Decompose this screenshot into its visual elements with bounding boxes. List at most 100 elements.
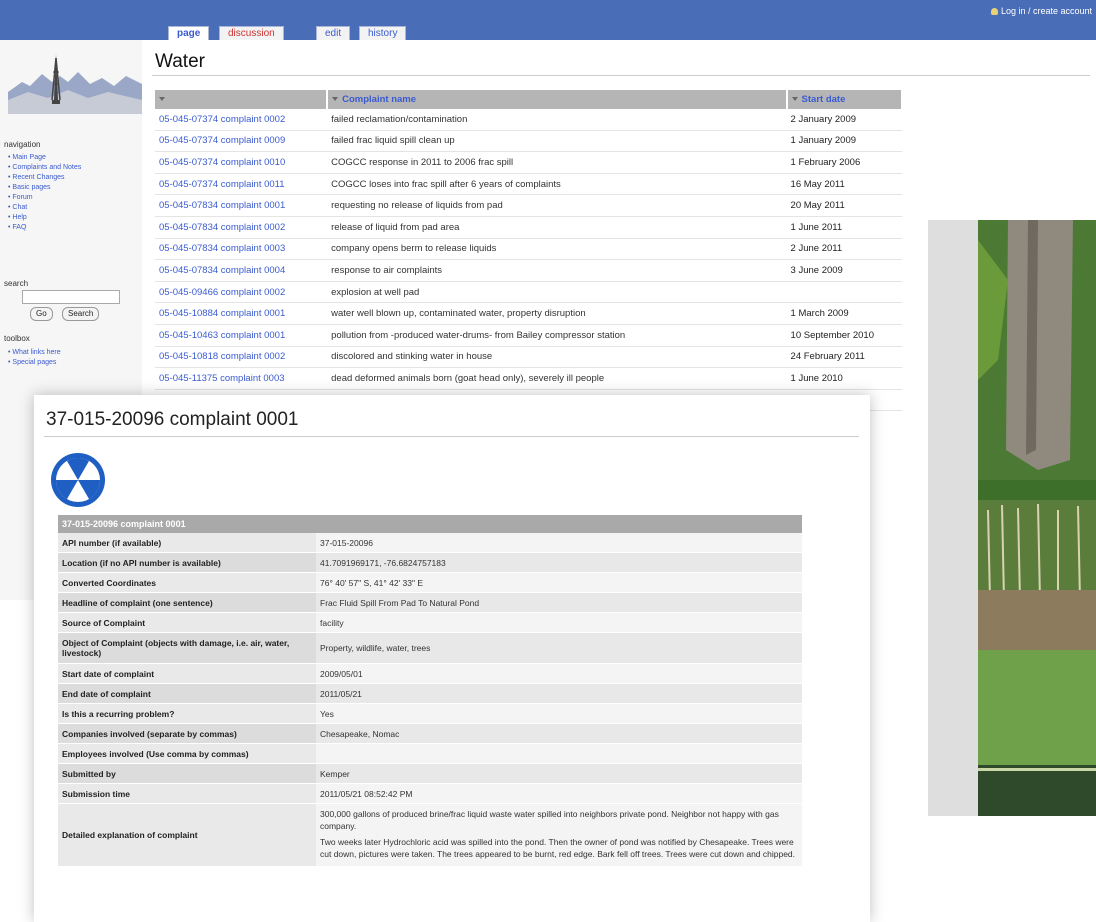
complaint-id-link[interactable]: 05-045-07374 complaint 0009 [155,130,328,153]
nav-item[interactable]: Basic pages [8,183,81,193]
nav-item[interactable]: Chat [8,203,81,213]
start-date-cell: 16 May 2011 [786,173,902,196]
column-header-id[interactable] [155,90,329,109]
nav-item[interactable]: FAQ [8,223,81,233]
search-input[interactable] [22,290,120,304]
detail-row: Employees involved (Use comma by commas) [58,743,802,764]
start-date-cell: 1 January 2009 [786,130,902,153]
detail-table-header: 37-015-20096 complaint 0001 [58,515,802,533]
detail-row: Submission time 2011/05/21 08:52:42 PM [58,783,802,804]
toolbox-list: What links here Special pages [8,348,61,368]
pond-photo [978,220,1096,816]
complaint-id-link[interactable]: 05-045-10818 complaint 0002 [155,346,328,369]
start-date-cell: 1 February 2006 [786,151,902,174]
start-date-cell: 24 February 2011 [786,346,902,369]
complaint-id-link[interactable]: 05-045-07834 complaint 0001 [155,194,328,217]
nav-item[interactable]: Main Page [8,153,81,163]
login-link[interactable]: Log in / create account [990,6,1092,16]
detail-value: 2011/05/21 [316,683,802,704]
detail-row: Headline of complaint (one sentence) Frac… [58,592,802,613]
detail-row: Object of Complaint (objects with damage… [58,632,802,664]
complaint-name-cell: COGCC loses into frac spill after 6 year… [327,173,787,196]
detail-value[interactable]: 37-015-20096 [316,533,802,553]
detail-row: End date of complaint 2011/05/21 [58,683,802,704]
detail-value[interactable]: 76° 40' 57" S, 41° 42' 33" E [316,572,802,593]
detail-label: Object of Complaint (objects with damage… [58,632,316,664]
detail-row: Submitted by Kemper [58,763,802,784]
detail-row: API number (if available) 37-015-20096 [58,533,802,553]
detail-value: Kemper [316,763,802,784]
column-header-start-date[interactable]: Start date [786,90,904,109]
table-row: 05-045-07374 complaint 0009 failed frac l… [155,130,902,153]
detail-label: Is this a recurring problem? [58,703,316,724]
complaint-name-cell: water well blown up, contaminated water,… [327,302,787,325]
complaint-id-link[interactable]: 05-045-09466 complaint 0002 [155,281,328,304]
toolbox-heading: toolbox [4,334,30,343]
search-button[interactable]: Search [62,307,100,321]
complaint-id-link[interactable]: 05-045-07834 complaint 0002 [155,216,328,239]
detail-value[interactable]: Property, wildlife, water, trees [316,632,802,664]
complaint-id-link[interactable]: 05-045-07374 complaint 0011 [155,173,328,196]
table-row: 05-045-11375 complaint 0003 dead deformed… [155,367,902,390]
complaint-id-link[interactable]: 05-045-07374 complaint 0002 [155,109,328,131]
complaint-name-cell: company opens berm to release liquids [327,238,787,261]
nav-item[interactable]: Help [8,213,81,223]
nav-item[interactable]: Complaints and Notes [8,163,81,173]
complaint-name-cell: pollution from -produced water-drums- fr… [327,324,787,347]
detail-value: 2009/05/01 [316,663,802,684]
complaint-id-link[interactable]: 05-045-10884 complaint 0001 [155,302,328,325]
start-date-cell: 10 September 2010 [786,324,902,347]
detail-row: Detailed explanation of complaint 300,000… [58,803,802,867]
go-button[interactable]: Go [30,307,53,321]
complaint-id-link[interactable]: 05-045-07834 complaint 0004 [155,259,328,282]
table-row: 05-045-10818 complaint 0002 discolored an… [155,346,902,369]
complaint-name-cell: requesting no release of liquids from pa… [327,194,787,217]
detail-label: Employees involved (Use comma by commas) [58,743,316,764]
complaint-detail-table: 37-015-20096 complaint 0001 API number (… [58,515,802,867]
complaint-name-cell: failed frac liquid spill clean up [327,130,787,153]
detail-row: Companies involved (separate by commas) C… [58,723,802,744]
detail-divider [44,436,859,437]
start-date-cell: 1 March 2009 [786,302,902,325]
table-row: 05-045-07834 complaint 0001 requesting no… [155,194,902,217]
column-header-complaint-name[interactable]: Complaint name [327,90,788,109]
start-date-cell: 2 June 2011 [786,238,902,261]
detail-row: Is this a recurring problem? Yes [58,703,802,724]
detail-label: Start date of complaint [58,663,316,684]
toolbox-item[interactable]: Special pages [8,358,61,368]
complaint-id-link[interactable]: 05-045-11375 complaint 0003 [155,367,328,390]
toolbox-item[interactable]: What links here [8,348,60,358]
detail-value [316,743,802,764]
detail-label: Submitted by [58,763,316,784]
complaint-id-link[interactable]: 05-045-07834 complaint 0003 [155,238,328,261]
tab-history[interactable]: history [359,26,407,41]
detail-label: End date of complaint [58,683,316,704]
complaint-id-link[interactable]: 05-045-07374 complaint 0010 [155,151,328,174]
explanation-paragraph: Two weeks later Hydrochloric acid was sp… [320,837,796,859]
detail-row: Start date of complaint 2009/05/01 [58,663,802,684]
complaint-name-cell: COGCC response in 2011 to 2006 frac spil… [327,151,787,174]
complaint-name-cell: release of liquid from pad area [327,216,787,239]
detail-value[interactable]: 41.7091969171, -76.6824757183 [316,552,802,573]
detail-value: facility [316,612,802,633]
nav-item[interactable]: Forum [8,193,81,203]
table-row: 05-045-10463 complaint 0001 pollution fro… [155,324,902,347]
detail-label: API number (if available) [58,533,316,553]
navigation-heading: navigation [4,140,41,149]
complaint-id-link[interactable]: 05-045-10463 complaint 0001 [155,324,328,347]
start-date-cell: 20 May 2011 [786,194,902,217]
complaint-name-cell: dead deformed animals born (goat head on… [327,367,787,390]
explanation-paragraph: 300,000 gallons of produced brine/frac l… [320,809,779,831]
nav-item[interactable]: Recent Changes [8,173,81,183]
tab-discussion[interactable]: discussion [219,26,284,41]
detail-value: Yes [316,703,802,724]
table-row: 05-045-09466 complaint 0002 explosion at … [155,281,902,304]
detail-value: 2011/05/21 08:52:42 PM [316,783,802,804]
sort-icon [159,97,165,101]
detail-explanation: 300,000 gallons of produced brine/frac l… [316,803,802,867]
sort-icon [791,97,798,101]
tab-page[interactable]: page [168,26,210,41]
complaint-name-cell: discolored and stinking water in house [327,346,787,369]
detail-value[interactable]: Chesapeake, Nomac [316,723,802,744]
tab-edit[interactable]: edit [316,26,351,41]
